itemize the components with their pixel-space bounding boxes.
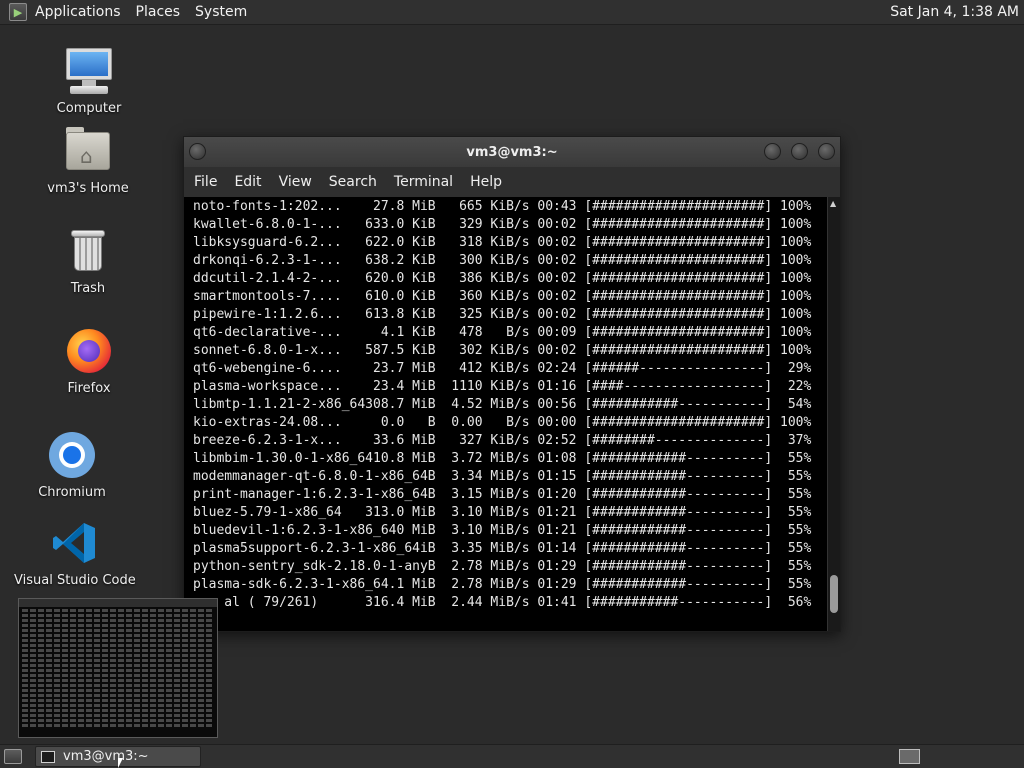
terminal-line: qt6-webengine-6.... 23.7 MiB 412 KiB/s 0… [193, 361, 812, 376]
terminal-line: kwallet-6.8.0-1-... 633.0 KiB 329 KiB/s … [193, 217, 812, 232]
window-preview-thumbnail [18, 598, 218, 738]
chromium-icon [47, 430, 97, 480]
terminal-line: drkonqi-6.2.3-1-... 638.2 KiB 300 KiB/s … [193, 253, 812, 268]
terminal-scrollbar[interactable]: ▲ [827, 197, 840, 631]
terminal-line: breeze-6.2.3-1-x... 33.6 MiB 327 KiB/s 0… [193, 433, 812, 448]
desktop-icon-home[interactable]: ⌂ vm3's Home [28, 126, 148, 196]
menu-places[interactable]: Places [130, 4, 190, 20]
scrollbar-thumb[interactable] [830, 575, 838, 613]
clock[interactable]: Sat Jan 4, 1:38 AM [890, 4, 1019, 20]
terminal-line: modemmanager-qt-6.8.0-1-x86_64B 3.34 MiB… [193, 469, 812, 484]
menu-applications[interactable]: Applications [33, 4, 130, 20]
workspace-switcher[interactable] [899, 749, 920, 764]
terminal-icon [41, 750, 55, 763]
menu-file[interactable]: File [194, 174, 217, 190]
terminal-window[interactable]: vm3@vm3:~ File Edit View Search Terminal… [183, 136, 841, 632]
terminal-line: libmtp-1.1.21-2-x86_64308.7 MiB 4.52 MiB… [193, 397, 812, 412]
terminal-line: pipewire-1:1.2.6... 613.8 KiB 325 KiB/s … [193, 307, 812, 322]
desktop-icon-label: Firefox [67, 381, 111, 396]
desktop-icon-label: vm3's Home [47, 181, 129, 196]
terminal-line: ddcutil-2.1.4-2-... 620.0 KiB 386 KiB/s … [193, 271, 812, 286]
terminal-line: print-manager-1:6.2.3-1-x86_64B 3.15 MiB… [193, 487, 812, 502]
close-button[interactable] [818, 143, 835, 160]
menu-help[interactable]: Help [470, 174, 502, 190]
applications-logo-icon[interactable]: ▶ [9, 3, 27, 21]
menu-terminal[interactable]: Terminal [394, 174, 453, 190]
bottom-panel: vm3@vm3:~ [0, 744, 1024, 768]
desktop-icon-label: Visual Studio Code [14, 573, 136, 588]
maximize-button[interactable] [791, 143, 808, 160]
taskbar-item-label: vm3@vm3:~ [63, 749, 149, 764]
menu-system[interactable]: System [189, 4, 256, 20]
desktop-icon-chromium[interactable]: Chromium [12, 430, 132, 500]
scroll-up-arrow-icon[interactable]: ▲ [830, 199, 836, 208]
trash-icon [63, 226, 113, 276]
terminal-line: python-sentry_sdk-2.18.0-1-anyB 2.78 MiB… [193, 559, 812, 574]
minimize-button[interactable] [764, 143, 781, 160]
terminal-line: al ( 79/261) 316.4 MiB 2.44 MiB/s 01:41 … [193, 595, 812, 610]
menu-view[interactable]: View [279, 174, 312, 190]
terminal-line: plasma-workspace... 23.4 MiB 1110 KiB/s … [193, 379, 812, 394]
desktop-icon-label: Trash [70, 281, 106, 296]
menu-search[interactable]: Search [329, 174, 377, 190]
terminal-line: sonnet-6.8.0-1-x... 587.5 KiB 302 KiB/s … [193, 343, 812, 358]
desktop-icon-computer[interactable]: Computer [29, 46, 149, 116]
window-menu-button[interactable] [189, 143, 206, 160]
top-panel: ▶ Applications Places System Sat Jan 4, … [0, 0, 1024, 25]
terminal-line: plasma-sdk-6.2.3-1-x86_64.1 MiB 2.78 MiB… [193, 577, 812, 592]
firefox-icon [64, 326, 114, 376]
terminal-line: kio-extras-24.08... 0.0 B 0.00 B/s 00:00… [193, 415, 812, 430]
terminal-line: plasma5support-6.2.3-1-x86_64iB 3.35 MiB… [193, 541, 812, 556]
terminal-line: bluez-5.79-1-x86_64 313.0 MiB 3.10 MiB/s… [193, 505, 812, 520]
terminal-line: smartmontools-7.... 610.0 KiB 360 KiB/s … [193, 289, 812, 304]
desktop-icon-label: Chromium [38, 485, 106, 500]
desktop-icon-firefox[interactable]: Firefox [29, 326, 149, 396]
vscode-icon [49, 518, 99, 568]
mouse-cursor-icon [118, 758, 123, 768]
menu-edit[interactable]: Edit [234, 174, 261, 190]
terminal-menubar: File Edit View Search Terminal Help [184, 167, 840, 197]
terminal-line: libksysguard-6.2... 622.0 KiB 318 KiB/s … [193, 235, 812, 250]
terminal-line: noto-fonts-1:202... 27.8 MiB 665 KiB/s 0… [193, 199, 812, 214]
show-desktop-icon[interactable] [4, 749, 22, 764]
terminal-titlebar[interactable]: vm3@vm3:~ [184, 137, 840, 167]
computer-icon [64, 46, 114, 96]
terminal-line: libmbim-1.30.0-1-x86_6410.8 MiB 3.72 MiB… [193, 451, 812, 466]
terminal-line: qt6-declarative-... 4.1 KiB 478 B/s 00:0… [193, 325, 812, 340]
desktop-icon-vscode[interactable]: Visual Studio Code [14, 518, 136, 588]
terminal-output[interactable]: noto-fonts-1:202... 27.8 MiB 665 KiB/s 0… [184, 197, 827, 631]
home-folder-icon: ⌂ [63, 126, 113, 176]
terminal-line: bluedevil-1:6.2.3-1-x86_640 MiB 3.10 MiB… [193, 523, 812, 538]
desktop-icon-label: Computer [56, 101, 122, 116]
terminal-title: vm3@vm3:~ [466, 144, 558, 160]
desktop-icon-trash[interactable]: Trash [28, 226, 148, 296]
